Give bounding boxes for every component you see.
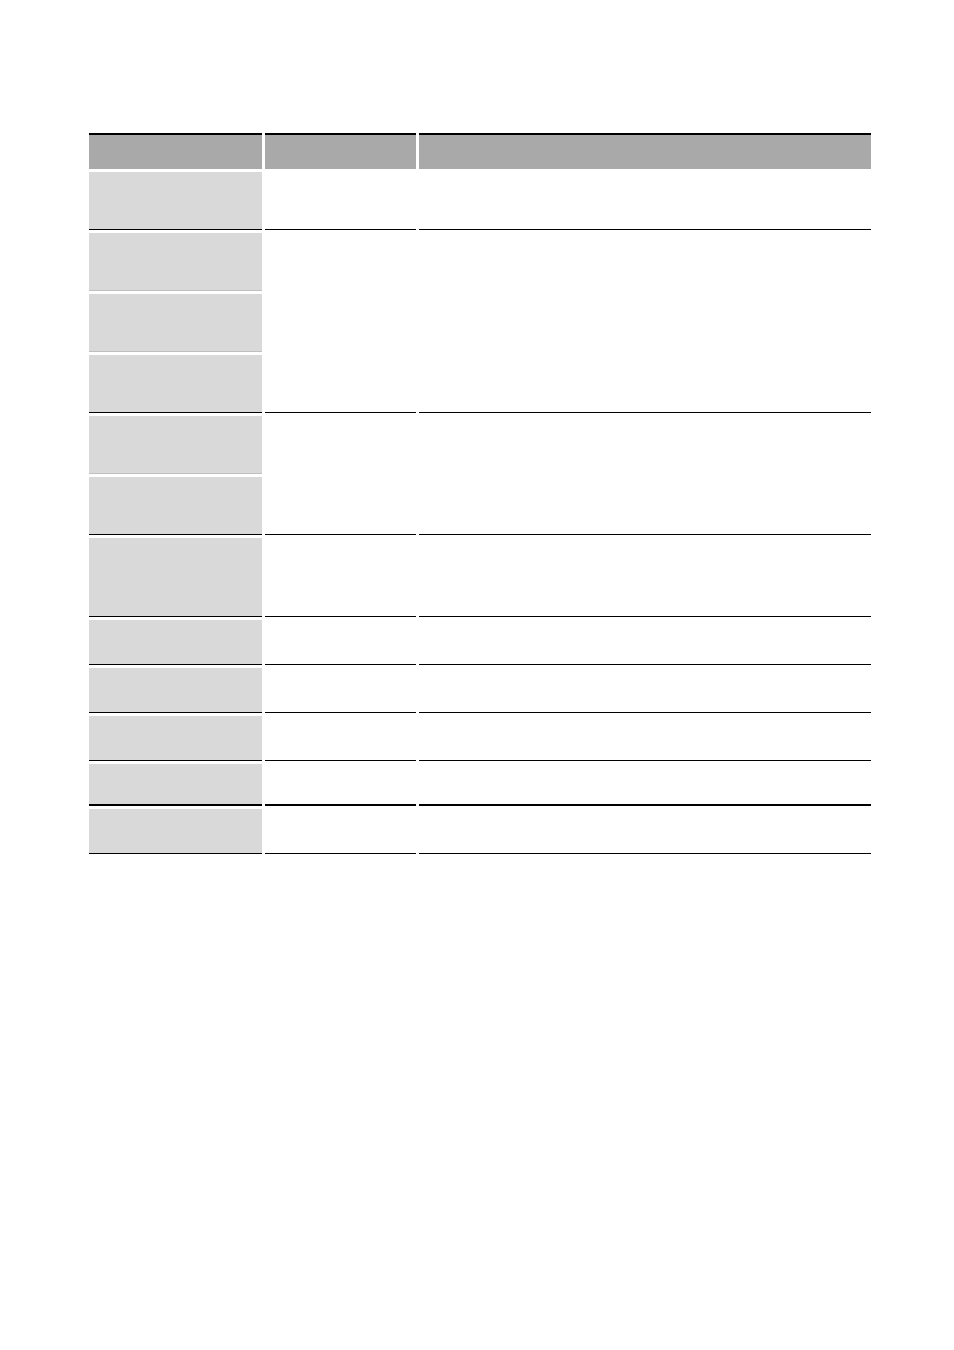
row-label-cell [89, 172, 262, 230]
row-value-cell [419, 668, 871, 713]
row-label-cell [89, 538, 262, 617]
row-mid-cell [265, 233, 416, 413]
table-row [89, 620, 871, 665]
row-label-cell [89, 716, 262, 761]
row-label-cell [89, 233, 262, 291]
table-header-cell [419, 133, 871, 169]
row-mid-cell [265, 416, 416, 535]
row-value-cell [419, 716, 871, 761]
document-page [0, 0, 954, 1350]
table-header-row [89, 133, 871, 169]
row-value-cell [419, 620, 871, 665]
row-mid-cell [265, 668, 416, 713]
row-mid-cell [265, 538, 416, 617]
table-row [89, 172, 871, 230]
row-label-cell [89, 620, 262, 665]
table-row [89, 716, 871, 761]
row-value-cell [419, 172, 871, 230]
row-value-cell [419, 809, 871, 854]
row-value-cell [419, 764, 871, 806]
row-mid-cell [265, 716, 416, 761]
row-label-cell [89, 764, 262, 806]
table-row [89, 809, 871, 854]
row-label-cell [89, 355, 262, 413]
row-value-cell [419, 233, 871, 413]
table-row [89, 233, 871, 291]
row-label-cell [89, 809, 262, 854]
row-mid-cell [265, 172, 416, 230]
table-row [89, 538, 871, 617]
row-label-cell [89, 668, 262, 713]
row-label-cell [89, 477, 262, 535]
table-header-cell [89, 133, 262, 169]
row-label-cell [89, 294, 262, 352]
row-mid-cell [265, 620, 416, 665]
table-row [89, 416, 871, 474]
table-header-cell [265, 133, 416, 169]
row-value-cell [419, 416, 871, 535]
row-value-cell [419, 538, 871, 617]
table-row [89, 764, 871, 806]
table-row [89, 668, 871, 713]
row-label-cell [89, 416, 262, 474]
row-mid-cell [265, 764, 416, 806]
data-table [86, 130, 874, 857]
row-mid-cell [265, 809, 416, 854]
